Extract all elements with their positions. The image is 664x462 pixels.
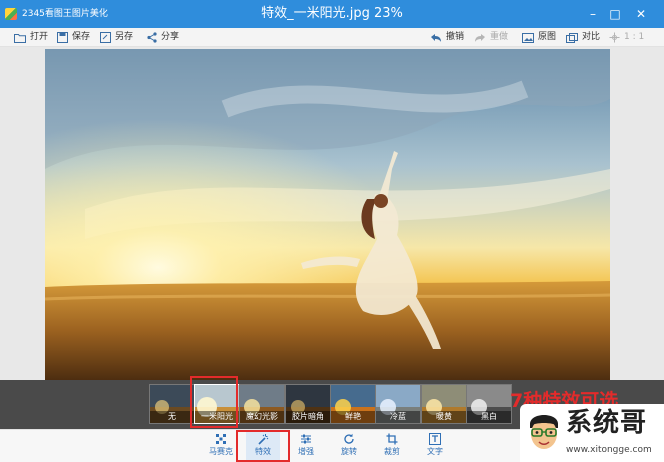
filter-label: 暖黄: [422, 411, 466, 423]
share-icon: [147, 32, 157, 43]
mosaic-tool[interactable]: 马赛克: [204, 432, 238, 461]
enhance-label: 增强: [298, 447, 314, 456]
folder-icon: [14, 33, 26, 43]
cartoon-face-icon: [530, 415, 558, 449]
mosaic-label: 马赛克: [209, 447, 233, 456]
compare-label: 对比: [582, 32, 601, 42]
watermark-url: www.xitongge.com: [566, 445, 652, 455]
selected-filter-highlight: [190, 376, 238, 428]
filter-label: 冷蓝: [376, 411, 420, 423]
filter-thumb-vivid[interactable]: 鲜艳: [330, 384, 376, 424]
share-label: 分享: [161, 32, 180, 42]
toolbar: 打开 保存 另存 分享 撤销 重做 原图 对比 1 : 1: [0, 28, 664, 47]
text-label: 文字: [427, 447, 443, 456]
text-icon: [429, 433, 441, 445]
enhance-tool[interactable]: 增强: [289, 432, 323, 461]
watermark-name: 系统哥: [566, 408, 648, 438]
original-button[interactable]: 原图: [522, 30, 556, 45]
minimize-button[interactable]: –: [584, 6, 602, 22]
photo-image: [45, 49, 610, 380]
window-title: 特效_一米阳光.jpg 23%: [261, 6, 403, 21]
share-button[interactable]: 分享: [147, 30, 179, 45]
compare-button[interactable]: 对比: [566, 30, 600, 45]
filter-label: 鲜艳: [331, 411, 375, 423]
zoom-label: 1 : 1: [624, 32, 645, 42]
filter-label: 黑白: [467, 411, 511, 423]
open-button[interactable]: 打开: [14, 30, 48, 45]
move-icon: [609, 32, 620, 43]
undo-label: 撤销: [446, 32, 465, 42]
canvas-area: [0, 47, 664, 380]
filter-thumb-warm-yellow[interactable]: 暖黄: [421, 384, 467, 424]
photo-preview[interactable]: [45, 49, 610, 380]
save-label: 保存: [72, 32, 91, 42]
redo-button[interactable]: 重做: [474, 30, 508, 45]
save-as-button[interactable]: 另存: [100, 30, 133, 45]
save-as-label: 另存: [115, 32, 134, 42]
image-icon: [522, 32, 534, 43]
crop-label: 裁剪: [384, 447, 400, 456]
filter-thumb-black-white[interactable]: 黑白: [466, 384, 512, 424]
selected-tool-highlight: [236, 430, 290, 462]
save-as-icon: [100, 32, 111, 43]
maximize-button[interactable]: □: [606, 6, 624, 22]
rotate-tool[interactable]: 旋转: [332, 432, 366, 461]
rotate-icon: [344, 433, 354, 444]
rotate-label: 旋转: [341, 447, 357, 456]
sliders-icon: [301, 434, 311, 444]
filter-label: 无: [150, 411, 194, 423]
undo-button[interactable]: 撤销: [430, 30, 464, 45]
original-label: 原图: [538, 32, 557, 42]
filter-label: 胶片暗角: [286, 411, 330, 423]
title-bar: 2345看图王图片美化 特效_一米阳光.jpg 23% – □ ✕: [0, 0, 664, 28]
zoom-1to1-button[interactable]: 1 : 1: [609, 30, 644, 45]
save-button[interactable]: 保存: [57, 30, 90, 45]
mosaic-icon: [216, 434, 226, 444]
crop-icon: [386, 433, 398, 445]
save-icon: [57, 32, 68, 43]
open-label: 打开: [30, 32, 49, 42]
filter-thumb-vignette[interactable]: 胶片暗角: [285, 384, 331, 424]
filter-thumb-magic-light[interactable]: 魔幻光影: [239, 384, 285, 424]
watermark: 系统哥 www.xitongge.com: [520, 404, 664, 462]
undo-icon: [431, 33, 441, 42]
compare-icon: [566, 32, 578, 43]
text-tool[interactable]: 文字: [418, 432, 452, 461]
crop-tool[interactable]: 裁剪: [375, 432, 409, 461]
redo-icon: [475, 33, 485, 42]
filter-thumb-cool-blue[interactable]: 冷蓝: [375, 384, 421, 424]
filter-label: 魔幻光影: [240, 411, 284, 423]
close-button[interactable]: ✕: [632, 6, 650, 22]
redo-label: 重做: [490, 32, 509, 42]
filter-thumb-none[interactable]: 无: [149, 384, 195, 424]
